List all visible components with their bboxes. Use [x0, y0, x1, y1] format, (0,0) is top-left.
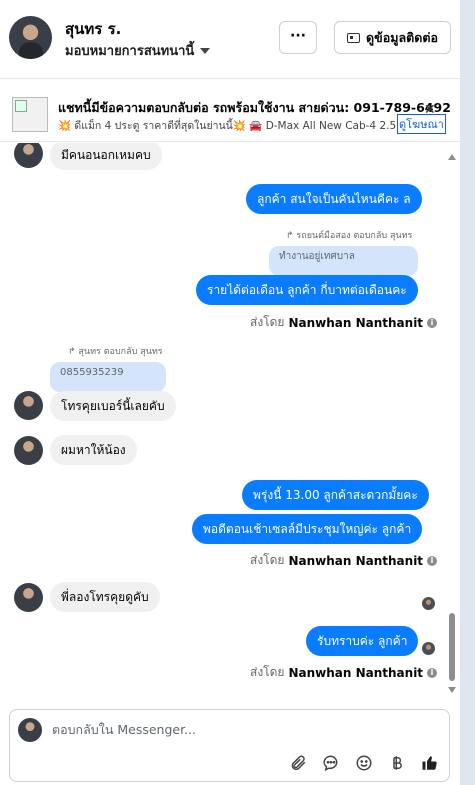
incoming-message: มีคนอนอกเหมคบ [50, 143, 162, 170]
close-icon[interactable]: ✕ [424, 102, 436, 118]
contact-avatar-small [14, 436, 43, 465]
contact-name[interactable]: สุนทร ร. [65, 17, 121, 41]
seen-indicator-avatar [422, 597, 435, 610]
incoming-message: พี่ลองโทรคุยดูคับ [50, 582, 160, 612]
reply-context-text: สุนทร ตอบกลับ สุนทร [78, 347, 163, 357]
more-options-button[interactable]: ··· [279, 21, 317, 54]
page-avatar [18, 718, 42, 742]
sent-by-label: ส่งโดย Nanwhan Nanthanit i [250, 313, 438, 332]
contact-avatar-small [14, 143, 43, 168]
sender-name: Nanwhan Nanthanit [288, 315, 424, 330]
seen-indicator-avatar [422, 642, 435, 655]
paperclip-icon[interactable] [288, 753, 307, 772]
sent-by-prefix: ส่งโดย [250, 665, 285, 679]
reply-input[interactable] [52, 722, 432, 737]
assign-conversation-label: มอบหมายการสนทนานี้ [65, 44, 195, 59]
contact-card-icon [347, 32, 361, 43]
outgoing-message: พรุ่งนี้ 13.00 ลูกค้าสะดวกมั้ยคะ [242, 480, 429, 510]
page-scroll-strip [460, 0, 475, 785]
incoming-message: ผมหาให้น้อง [50, 435, 137, 465]
outgoing-message: พอดีตอนเช้าเซลล์มีประชุมใหญ่ค่ะ ลูกค้า [192, 514, 423, 544]
info-icon[interactable]: i [427, 317, 438, 328]
message-list[interactable]: มีคนอนอกเหมคบ ลูกค้า สนใจเป็นคันไหนคีคะ … [0, 143, 447, 703]
assign-conversation-dropdown[interactable]: มอบหมายการสนทนานี้ [65, 40, 211, 61]
incoming-message: โทรคุยเบอร์นี้เลยคับ [50, 391, 176, 421]
outgoing-message: ลูกค้า สนใจเป็นคันไหนคีคะ ล [246, 184, 422, 214]
info-icon[interactable]: i [427, 555, 438, 566]
contact-avatar-small [14, 391, 43, 420]
ad-thumbnail-image [12, 97, 48, 132]
messenger-inbox-panel: สุนทร ร. มอบหมายการสนทนานี้ ··· ดูข้อมูล… [0, 0, 475, 785]
quoted-message[interactable]: ทำงานอยู่เทศบาล [269, 246, 418, 276]
quoted-message[interactable]: 0855935239 [50, 362, 166, 392]
contact-avatar[interactable] [9, 16, 52, 59]
outgoing-message: รายได้ต่อเดือน ลูกค้า กี่บาทต่อเดือนคะ [196, 275, 418, 305]
banner-ad-text: 💥 ดีแม็ก 4 ประตู ราคาดีที่สุดในย่านนี้💥 … [58, 120, 396, 132]
scroll-down-arrow[interactable] [448, 687, 456, 693]
view-contact-details-button[interactable]: ดูข้อมูลติดต่อ [334, 21, 451, 54]
conversation-header: สุนทร ร. มอบหมายการสนทนานี้ ··· ดูข้อมูล… [0, 0, 460, 79]
view-contact-details-label: ดูข้อมูลติดต่อ [366, 29, 438, 45]
reply-context-text: รถยนต์มือสอง ตอบกลับ สุนทร [296, 231, 413, 241]
sender-name: Nanwhan Nanthanit [288, 553, 424, 568]
banner-title: แชทนี้มีข้อความตอบกลับต่อ รถพร้อมใช้งาน … [58, 100, 451, 115]
reply-arrow-icon: ↱ [286, 231, 294, 241]
thumbs-up-icon[interactable] [420, 753, 439, 772]
composer-toolbar [288, 753, 439, 772]
scroll-up-arrow[interactable] [448, 154, 456, 160]
outgoing-message: รับทราบค่ะ ลูกค้า [306, 626, 419, 656]
emoji-icon[interactable] [354, 753, 373, 772]
view-ad-link[interactable]: ดูโฆษณา [397, 114, 446, 134]
contact-avatar-small [14, 583, 43, 612]
ad-reply-banner: แชทนี้มีข้อความตอบกลับต่อ รถพร้อมใช้งาน … [0, 80, 460, 142]
chat-icon[interactable] [321, 753, 340, 772]
scrollbar-thumb[interactable] [449, 613, 455, 681]
chevron-down-icon [200, 47, 211, 54]
sender-name: Nanwhan Nanthanit [288, 665, 424, 680]
info-icon[interactable]: i [427, 667, 438, 678]
sent-by-label: ส่งโดย Nanwhan Nanthanit i [250, 551, 438, 570]
reply-arrow-icon: ↱ [68, 347, 76, 357]
message-composer [9, 709, 450, 782]
reply-context-label: ↱ สุนทร ตอบกลับ สุนทร [68, 344, 163, 358]
baht-icon[interactable] [387, 753, 406, 772]
reply-context-label: ↱ รถยนต์มือสอง ตอบกลับ สุนทร [286, 228, 412, 242]
sent-by-label: ส่งโดย Nanwhan Nanthanit i [250, 663, 438, 682]
sent-by-prefix: ส่งโดย [250, 315, 285, 329]
sent-by-prefix: ส่งโดย [250, 553, 285, 567]
